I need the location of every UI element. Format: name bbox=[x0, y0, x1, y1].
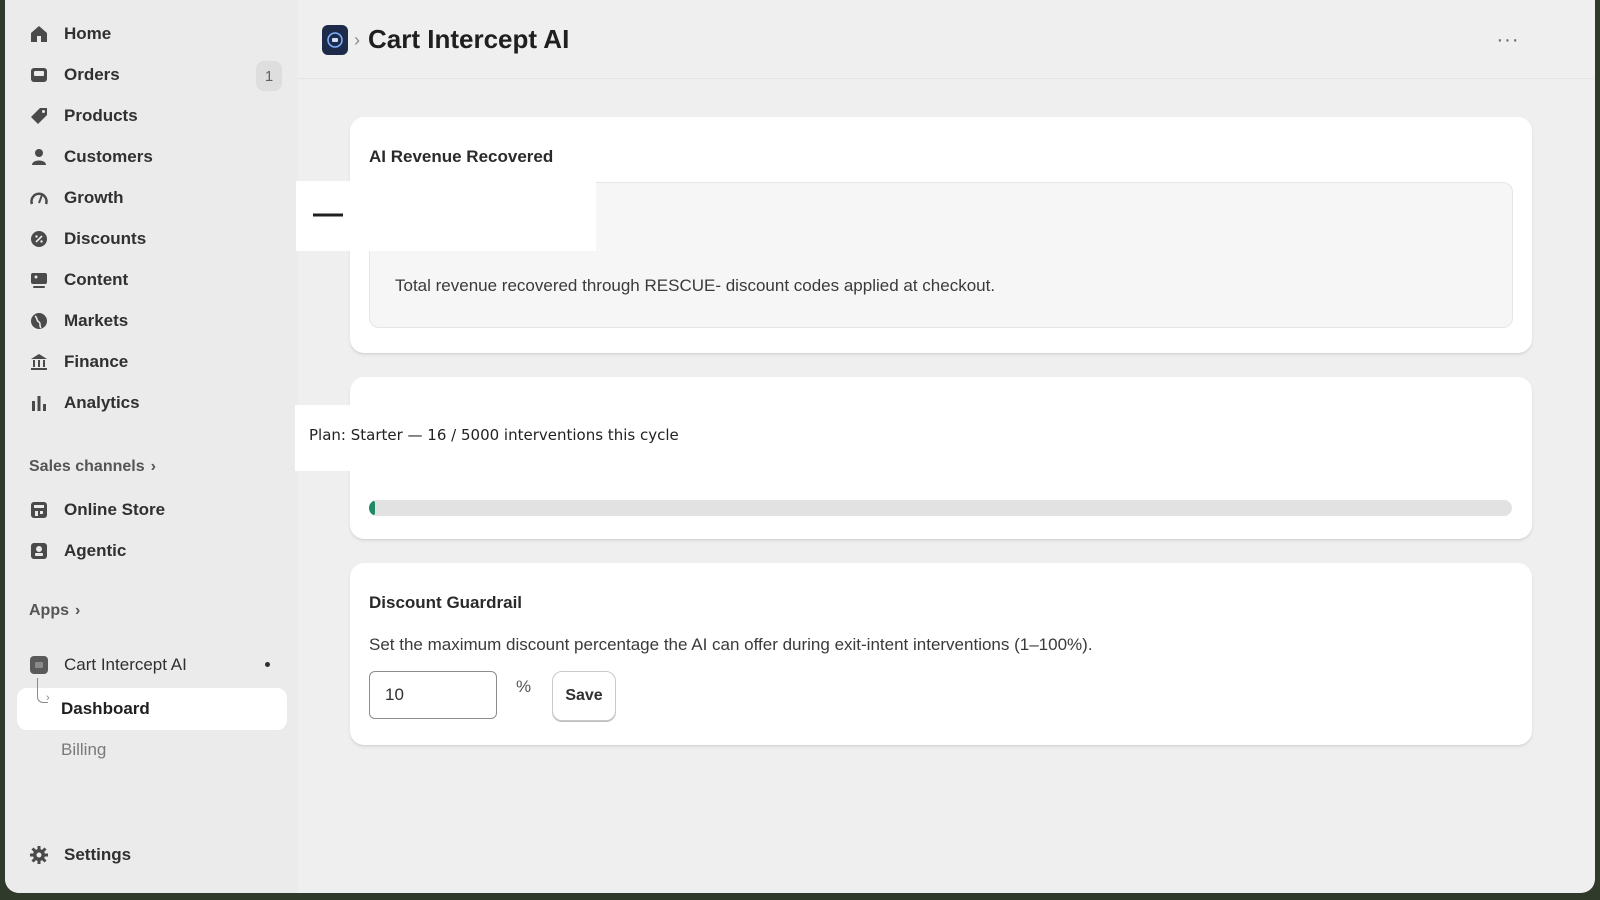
page-title: Cart Intercept AI bbox=[368, 24, 570, 54]
sidebar-item-analytics[interactable]: Analytics bbox=[27, 386, 297, 420]
max-discount-input[interactable]: 10 bbox=[369, 671, 497, 719]
inbox-icon bbox=[29, 65, 49, 85]
sidebar-item-label: Online Store bbox=[64, 500, 166, 519]
sidebar-item-agentic[interactable]: Agentic bbox=[27, 534, 297, 568]
sidebar-item-cart-intercept-ai[interactable]: Cart Intercept AI bbox=[27, 648, 297, 682]
main-content: › Cart Intercept AI ··· AI Revenue Recov… bbox=[295, 0, 1595, 893]
tree-arrow-icon: › bbox=[46, 692, 50, 704]
plan-text-panel: Plan: Starter — 16 / 5000 interventions … bbox=[295, 405, 730, 471]
chevron-right-icon: › bbox=[150, 458, 156, 475]
bank-icon bbox=[29, 352, 49, 372]
breadcrumb-separator: › bbox=[354, 30, 360, 50]
sidebar-item-label: Discounts bbox=[64, 229, 147, 248]
sidebar-item-customers[interactable]: Customers bbox=[27, 140, 297, 174]
page-header: › Cart Intercept AI ··· bbox=[298, 0, 1595, 79]
apps-label: Apps bbox=[29, 602, 69, 619]
sidebar-item-label: Finance bbox=[64, 352, 129, 371]
discount-icon bbox=[29, 229, 49, 249]
sidebar-subitem-dashboard[interactable]: Dashboard bbox=[61, 699, 150, 719]
sidebar-item-label: Analytics bbox=[64, 393, 140, 412]
tag-icon bbox=[29, 106, 49, 126]
gauge-icon bbox=[29, 188, 49, 208]
apps-heading[interactable]: Apps › bbox=[29, 602, 80, 620]
sidebar-item-growth[interactable]: Growth bbox=[27, 181, 297, 215]
sidebar-item-finance[interactable]: Finance bbox=[27, 345, 297, 379]
sidebar: Home Orders 1 Products Customers Growth … bbox=[5, 0, 298, 893]
sidebar-item-settings[interactable]: Settings bbox=[27, 838, 297, 872]
revenue-description: Total revenue recovered through RESCUE- … bbox=[395, 276, 996, 295]
sidebar-item-products[interactable]: Products bbox=[27, 99, 297, 133]
gear-icon bbox=[29, 845, 49, 865]
app-logo-icon[interactable] bbox=[322, 25, 348, 55]
home-icon bbox=[29, 24, 49, 44]
sidebar-item-content[interactable]: Content bbox=[27, 263, 297, 297]
sidebar-item-label: Products bbox=[64, 106, 138, 125]
more-actions-icon[interactable]: ··· bbox=[1496, 28, 1520, 52]
bar-chart-icon bbox=[29, 393, 49, 413]
active-item-highlight bbox=[17, 688, 287, 730]
content-icon bbox=[29, 270, 49, 290]
card-title: AI Revenue Recovered bbox=[369, 147, 554, 166]
pin-dot-icon[interactable] bbox=[265, 662, 270, 667]
sidebar-item-label: Agentic bbox=[64, 541, 127, 560]
sidebar-item-label: Orders bbox=[64, 65, 120, 84]
discount-guardrail-card: Discount Guardrail Set the maximum disco… bbox=[350, 563, 1532, 745]
store-icon bbox=[29, 500, 49, 520]
sidebar-item-label: Home bbox=[64, 24, 112, 43]
guardrail-description: Set the maximum discount percentage the … bbox=[369, 635, 1093, 654]
chevron-right-icon: › bbox=[75, 602, 81, 619]
sidebar-item-label: Cart Intercept AI bbox=[64, 655, 187, 674]
sidebar-item-label: Growth bbox=[64, 188, 124, 207]
usage-progress-fill bbox=[369, 500, 375, 516]
sidebar-item-discounts[interactable]: Discounts bbox=[27, 222, 297, 256]
sales-channels-heading[interactable]: Sales channels › bbox=[29, 458, 156, 476]
agent-icon bbox=[29, 541, 49, 561]
revenue-value-panel: — bbox=[296, 181, 596, 251]
sidebar-item-label: Markets bbox=[64, 311, 129, 330]
sales-channels-label: Sales channels bbox=[29, 458, 145, 475]
sidebar-item-home[interactable]: Home bbox=[27, 17, 297, 51]
usage-progress-bar bbox=[369, 500, 1512, 516]
orders-count-badge: 1 bbox=[256, 61, 282, 91]
sidebar-item-label: Customers bbox=[64, 147, 153, 166]
globe-icon bbox=[29, 311, 49, 331]
app-icon bbox=[29, 655, 49, 675]
sidebar-item-markets[interactable]: Markets bbox=[27, 304, 297, 338]
sidebar-item-label: Content bbox=[64, 270, 129, 289]
card-title: Discount Guardrail bbox=[369, 593, 523, 612]
app-window: Home Orders 1 Products Customers Growth … bbox=[5, 0, 1595, 893]
percent-unit-label: % bbox=[516, 677, 532, 696]
sidebar-subitem-billing[interactable]: Billing bbox=[61, 740, 106, 760]
sidebar-item-orders[interactable]: Orders 1 bbox=[27, 58, 297, 92]
save-button[interactable]: Save bbox=[552, 671, 616, 721]
sidebar-item-label: Settings bbox=[64, 845, 132, 864]
revenue-value: — bbox=[313, 197, 343, 230]
sidebar-item-online-store[interactable]: Online Store bbox=[27, 493, 297, 527]
person-icon bbox=[29, 147, 49, 167]
plan-usage-text: Plan: Starter — 16 / 5000 interventions … bbox=[309, 426, 679, 444]
